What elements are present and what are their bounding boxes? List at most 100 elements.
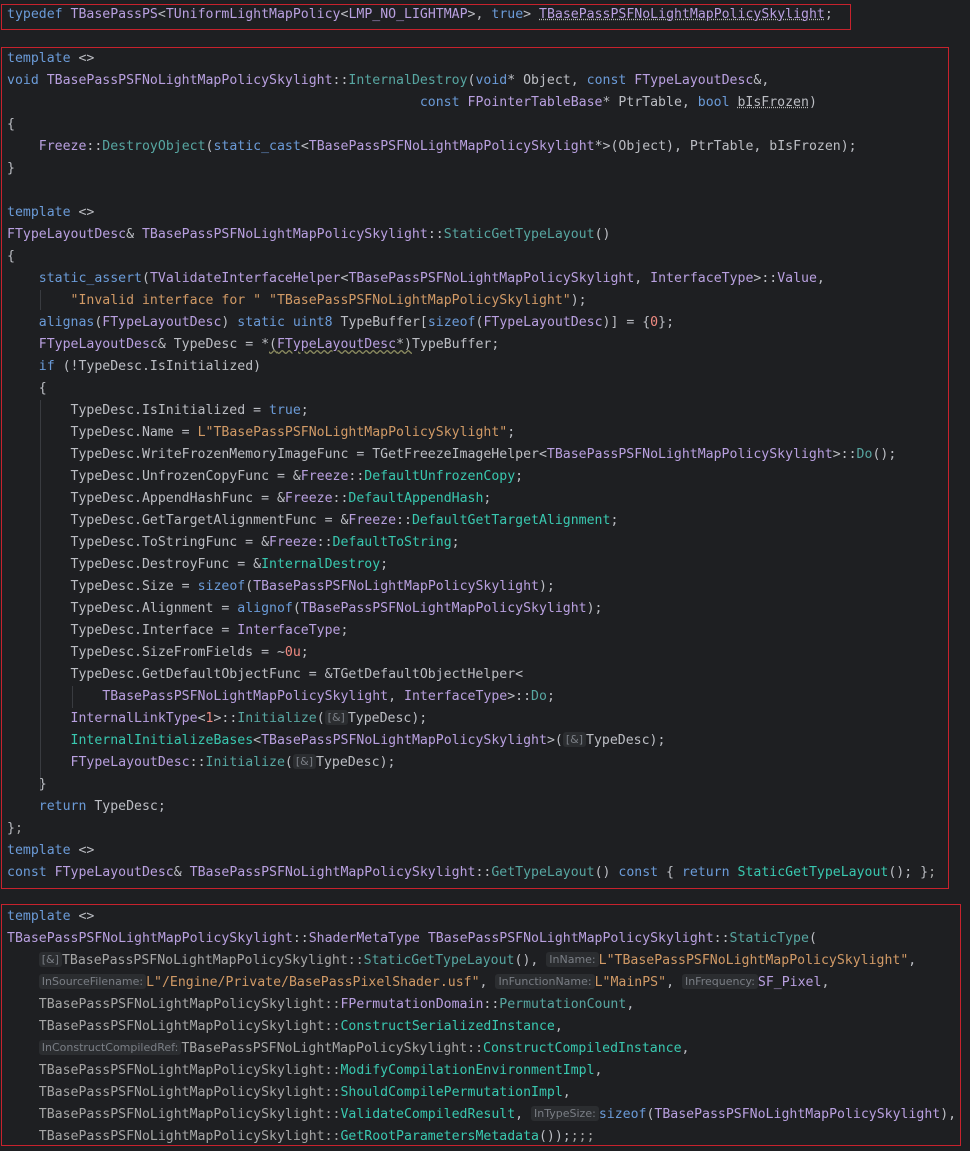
code-line[interactable]: TBasePassPSFNoLightMapPolicySkylight::Ge… — [7, 1126, 595, 1148]
code-line[interactable]: TypeDesc.AppendHashFunc = &Freeze::Defau… — [7, 488, 492, 510]
code-line[interactable]: TBasePassPSFNoLightMapPolicySkylight::FP… — [7, 994, 635, 1016]
code-line[interactable]: TypeDesc.Size = sizeof(TBasePassPSFNoLig… — [7, 576, 555, 598]
code-line[interactable]: template <> — [7, 48, 94, 70]
code-line[interactable]: { — [7, 114, 15, 136]
code-token: , — [554, 1019, 563, 1034]
code-line[interactable]: const FTypeLayoutDesc& TBasePassPSFNoLig… — [7, 862, 936, 884]
code-token: if — [38, 359, 63, 374]
code-line[interactable]: "Invalid interface for " "TBasePassPSFNo… — [7, 290, 587, 312]
code-token: :: — [316, 535, 333, 550]
code-token: TBasePassPSFNoLightMapPolicySkylight — [546, 447, 833, 462]
code-token: }; — [658, 315, 675, 330]
code-line[interactable]: TypeDesc.WriteFrozenMemoryImageFunc = TG… — [7, 444, 897, 466]
code-token: TypeDesc.Size = — [7, 579, 198, 594]
code-token: InternalDestroy — [348, 73, 468, 88]
code-line[interactable]: static_assert(TValidateInterfaceHelper<T… — [7, 268, 825, 290]
code-line[interactable]: TBasePassPSFNoLightMapPolicySkylight, In… — [7, 686, 555, 708]
code-line[interactable]: InternalInitializeBases<TBasePassPSFNoLi… — [7, 730, 665, 752]
code-line[interactable]: [&] TBasePassPSFNoLightMapPolicySkylight:… — [7, 950, 916, 972]
code-line[interactable]: TypeDesc.Interface = InterfaceType; — [7, 620, 349, 642]
code-line[interactable]: TypeDesc.UnfrozenCopyFunc = &Freeze::Def… — [7, 466, 524, 488]
code-line[interactable]: TypeDesc.Alignment = alignof(TBasePassPS… — [7, 598, 603, 620]
code-token: TBasePassPSFNoLightMapPolicySkylight:: — [38, 1107, 341, 1122]
code-token: , — [562, 1085, 571, 1100]
code-token: StaticType — [729, 931, 809, 946]
code-line[interactable]: { — [7, 378, 47, 400]
code-line[interactable]: TBasePassPSFNoLightMapPolicySkylight::Sh… — [7, 1082, 571, 1104]
code-token: ; — [300, 645, 309, 660]
code-token: true — [491, 7, 524, 22]
code-line[interactable]: void TBasePassPSFNoLightMapPolicySkyligh… — [7, 70, 769, 92]
code-token: TBasePassPSFNoLightMapPolicySkylight — [539, 7, 825, 22]
code-line[interactable]: template <> — [7, 202, 94, 224]
code-token: ; — [300, 403, 309, 418]
code-line[interactable]: TypeDesc.Name = L"TBasePassPSFNoLightMap… — [7, 422, 516, 444]
code-token: :: — [292, 931, 309, 946]
code-line[interactable]: return TypeDesc; — [7, 796, 166, 818]
code-line[interactable]: template <> — [7, 906, 94, 928]
code-line[interactable]: TypeDesc.GetTargetAlignmentFunc = &Freez… — [7, 510, 619, 532]
code-token: } — [7, 161, 15, 176]
code-line[interactable]: TBasePassPSFNoLightMapPolicySkylight::Co… — [7, 1016, 563, 1038]
code-line[interactable]: alignas(FTypeLayoutDesc) static uint8 Ty… — [7, 312, 674, 334]
code-token: L"TBasePassPSFNoLightMapPolicySkylight" — [598, 953, 909, 968]
code-token: FPointerTableBase — [467, 95, 603, 110]
code-token: TypeDesc; — [94, 799, 166, 814]
code-token: void — [7, 73, 47, 88]
code-token: TBasePassPSFNoLightMapPolicySkylight — [261, 733, 547, 748]
code-line[interactable]: if (!TypeDesc.IsInitialized) — [7, 356, 261, 378]
code-line[interactable]: FTypeLayoutDesc& TBasePassPSFNoLightMapP… — [7, 224, 610, 246]
code-line[interactable]: Freeze::DestroyObject(static_cast<TBaseP… — [7, 136, 857, 158]
code-token: TypeDesc.UnfrozenCopyFunc = & — [7, 469, 301, 484]
code-token: :: — [396, 513, 412, 528]
code-line[interactable]: { — [7, 246, 15, 268]
code-line[interactable]: TypeDesc.DestroyFunc = &InternalDestroy; — [7, 554, 389, 576]
code-line[interactable]: InConstructCompiledRef: TBasePassPSFNoLig… — [7, 1038, 690, 1060]
code-token: L"TBasePassPSFNoLightMapPolicySkylight" — [197, 425, 508, 440]
code-token: TUniformLightMapPolicy — [165, 7, 341, 22]
code-token: ; — [14, 821, 23, 836]
code-token: InternalLinkType — [70, 711, 198, 726]
code-token: TBasePassPSFNoLightMapPolicySkylight:: — [38, 997, 341, 1012]
code-token: >:: — [507, 689, 532, 704]
code-line[interactable]: TypeDesc.SizeFromFields = ~0u; — [7, 642, 309, 664]
code-line[interactable]: } — [7, 774, 47, 796]
code-token: ()); — [538, 1129, 571, 1144]
code-token: () — [594, 227, 611, 242]
code-token: ; — [380, 557, 389, 572]
code-line[interactable]: InSourceFilename: L"/Engine/Private/BaseP… — [7, 972, 829, 994]
code-token: < — [253, 733, 262, 748]
inlay-hint: [&] — [324, 710, 348, 725]
code-line[interactable]: TBasePassPSFNoLightMapPolicySkylight::Mo… — [7, 1060, 603, 1082]
code-line[interactable]: TypeDesc.GetDefaultObjectFunc = &TGetDef… — [7, 664, 524, 686]
code-line[interactable]: template <> — [7, 840, 94, 862]
code-token: , — [479, 975, 496, 990]
code-line[interactable]: typedef TBasePassPS<TUniformLightMapPoli… — [7, 4, 833, 26]
code-token: < — [197, 711, 206, 726]
code-line[interactable]: }; — [7, 818, 23, 840]
code-line[interactable]: TypeDesc.ToStringFunc = &Freeze::Default… — [7, 532, 460, 554]
code-token: static_assert — [38, 271, 142, 286]
code-token: (), — [514, 953, 547, 968]
code-token: StaticGetTypeLayout — [737, 865, 889, 880]
code-token: TBasePassPSFNoLightMapPolicySkylight:: — [38, 1019, 341, 1034]
code-line[interactable]: TypeDesc.IsInitialized = true; — [7, 400, 309, 422]
code-token: TypeDesc.GetDefaultObjectFunc = &TGetDef… — [7, 667, 524, 682]
code-token: TBasePassPSFNoLightMapPolicySkylight — [253, 579, 539, 594]
code-line[interactable]: TBasePassPSFNoLightMapPolicySkylight::Sh… — [7, 928, 817, 950]
code-line[interactable]: FTypeLayoutDesc::Initialize([&] TypeDesc)… — [7, 752, 395, 774]
code-line[interactable]: FTypeLayoutDesc& TypeDesc = *(FTypeLayou… — [7, 334, 500, 356]
code-line[interactable]: } — [7, 158, 15, 180]
code-token: :: — [189, 755, 206, 770]
code-line[interactable]: const FPointerTableBase* PtrTable, bool … — [7, 92, 817, 114]
code-token: GetTypeLayout — [491, 865, 595, 880]
code-line[interactable]: TBasePassPSFNoLightMapPolicySkylight::Va… — [7, 1104, 956, 1126]
code-line[interactable]: InternalLinkType<1>::Initialize([&] TypeD… — [7, 708, 427, 730]
code-token: ( — [316, 711, 325, 726]
